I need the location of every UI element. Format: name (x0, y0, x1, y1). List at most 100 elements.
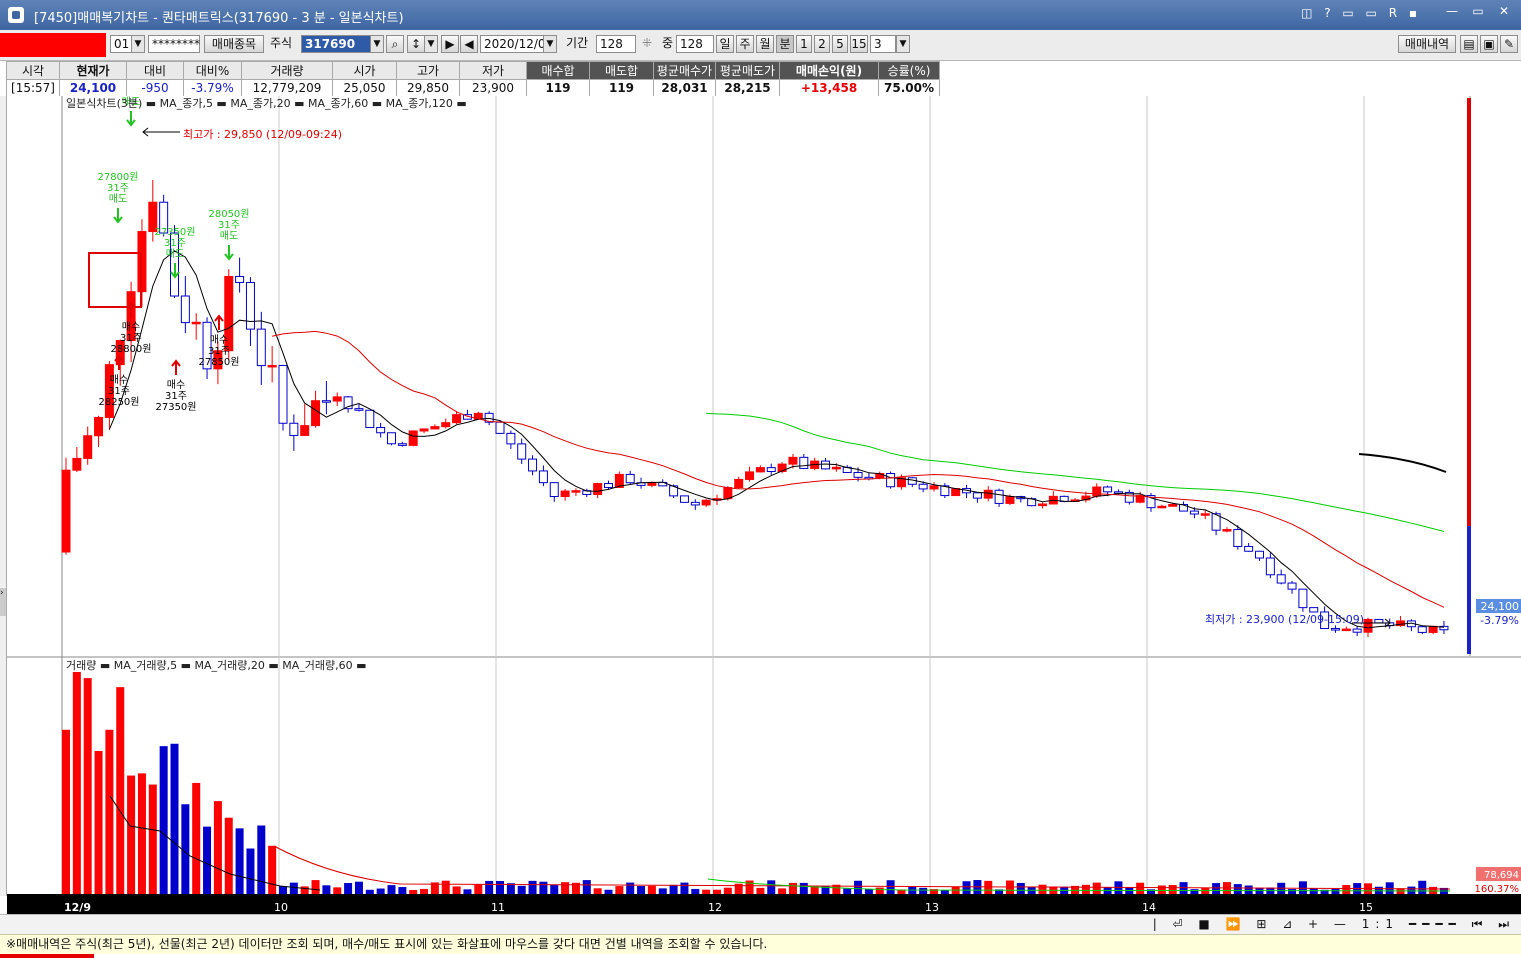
volume-bar (1288, 889, 1297, 894)
minimize-icon[interactable]: — (1441, 3, 1463, 19)
print-icon[interactable]: ▤ (1460, 35, 1478, 53)
maximize-icon[interactable]: ▭ (1467, 3, 1489, 19)
candle-body (723, 487, 733, 500)
candle-body (289, 422, 299, 436)
volume-bar (680, 882, 689, 894)
candle-body (1092, 486, 1102, 497)
volume-bar (300, 886, 309, 894)
candle-body (1276, 574, 1286, 584)
quote-value-row: [15:57] 24,100 -950 -3.79% 12,779,209 25… (6, 79, 940, 97)
candle-body (918, 483, 928, 490)
chart-scroll-controls[interactable]: | ⏎ ■ ⏩ ⊞ ⊿ + — 1:1 ━━━━ ⏮ ⏭ (1153, 917, 1515, 932)
volume-bar (1168, 885, 1177, 894)
sell-signal-label: 매도 (109, 193, 127, 205)
date-input[interactable]: 2020/12/09 (480, 35, 553, 53)
candle-body (387, 432, 396, 445)
candle-body (1287, 582, 1297, 590)
stock-code-input[interactable]: 317690 (301, 35, 371, 53)
volume-bar (387, 885, 396, 894)
count-label: 중 (662, 36, 674, 50)
volume-bar (72, 672, 81, 894)
title-toolbar-icons[interactable]: ◫ ? ▭ ▭ R ▪ (1301, 6, 1421, 20)
time-axis-label: 10 (274, 901, 288, 914)
header-change-pct: 대비% (183, 61, 242, 80)
wrench-icon[interactable]: ✎ (1500, 35, 1518, 53)
period-button-day[interactable]: 일 (716, 35, 734, 53)
volume-bar (496, 881, 504, 894)
candle-body (408, 430, 418, 446)
volume-bar (224, 817, 233, 894)
volume-bar (441, 880, 450, 894)
period-button-minute[interactable]: 분 (776, 35, 794, 53)
volume-bar (615, 886, 624, 894)
volume-bar (1429, 886, 1438, 894)
password-field[interactable]: ******** (148, 35, 200, 53)
candle-body (321, 400, 331, 403)
search-icon[interactable]: ⌕ (386, 35, 404, 53)
price-chart-legend: 일본식차트(3분) ▬ MA_종가,5 ▬ MA_종가,20 ▬ MA_종가,6… (66, 96, 467, 110)
volume-bar (593, 888, 602, 894)
buy-signal-label: 27850원 (198, 356, 239, 368)
value-open: 25,050 (332, 79, 397, 97)
save-icon[interactable]: ▣ (1480, 35, 1498, 53)
period-button-month[interactable]: 월 (756, 35, 774, 53)
stock-select-button[interactable]: 매매종목 (204, 35, 264, 53)
account-number-select[interactable]: 01 (110, 35, 132, 53)
interval-button-15[interactable]: 15 (850, 35, 868, 53)
volume-bar (799, 882, 808, 894)
value-avg-sell: 28,215 (715, 79, 780, 97)
price-volume-chart[interactable]: 매수31주28250원매수31주28800원매수31주27350원매수31주27… (0, 96, 1521, 914)
volume-bar (235, 828, 244, 894)
sort-icon[interactable]: ↕ (407, 35, 425, 53)
close-icon[interactable]: ✕ (1493, 3, 1515, 19)
candle-body (376, 426, 386, 434)
volume-bar (767, 880, 776, 894)
candle-body (604, 483, 613, 488)
chart-scroll-bar[interactable]: | ⏎ ■ ⏩ ⊞ ⊿ + — 1:1 ━━━━ ⏮ ⏭ (0, 914, 1521, 935)
time-axis-label: 12/9 (64, 901, 91, 914)
interval-input[interactable]: 3 (870, 35, 896, 53)
candle-body (1244, 545, 1254, 552)
chevron-down-icon[interactable]: ▼ (896, 35, 910, 53)
candle-body (1298, 588, 1308, 609)
volume-bar (1342, 885, 1351, 894)
volume-bar (376, 888, 385, 894)
volume-bar (864, 889, 873, 894)
interval-button-5[interactable]: 5 (832, 35, 848, 53)
title-bar: [7450]매매복기차트 - 퀀타매트릭스(317690 - 3 분 - 일본식… (0, 0, 1521, 30)
chevron-down-icon[interactable]: ▼ (131, 35, 145, 53)
volume-bar (137, 773, 146, 894)
chevron-down-icon[interactable]: ▼ (370, 35, 384, 53)
trade-history-button[interactable]: 매매내역 (1398, 35, 1456, 53)
volume-bar (148, 784, 157, 894)
volume-bar (756, 887, 765, 894)
period-button-week[interactable]: 주 (736, 35, 754, 53)
volume-bar (420, 888, 429, 894)
volume-bar (257, 825, 266, 894)
header-open: 시가 (332, 61, 397, 80)
prev-icon[interactable]: ◀ (460, 35, 478, 53)
candle-body (734, 478, 744, 489)
current-price-label: 24,100 (1481, 600, 1520, 613)
volume-chart-legend: 거래량 ▬ MA_거래량,5 ▬ MA_거래량,20 ▬ MA_거래량,60 ▬ (66, 659, 367, 672)
interval-button-2[interactable]: 2 (814, 35, 830, 53)
volume-bar (333, 887, 342, 894)
volume-bar (398, 887, 407, 894)
candle-body (1363, 618, 1373, 633)
toolbar: 01 ▼ ******** 매매종목 주식 317690 ▼ ⌕ ↕ ▼ ▶ ◀… (0, 30, 1521, 61)
header-low: 저가 (459, 61, 527, 80)
grid-icon[interactable]: ⁜ (640, 35, 654, 53)
candle-body (571, 490, 581, 493)
period-input[interactable]: 128 (596, 35, 636, 53)
candle-body (1005, 496, 1015, 504)
volume-bar (1418, 880, 1427, 894)
count-input[interactable]: 128 (676, 35, 714, 53)
interval-button-1[interactable]: 1 (796, 35, 812, 53)
chevron-down-icon[interactable]: ▼ (424, 35, 438, 53)
buy-signal-label: 27350원 (155, 401, 196, 413)
volume-bar (485, 880, 494, 894)
volume-bar (268, 845, 277, 894)
play-icon[interactable]: ▶ (441, 35, 459, 53)
chevron-down-icon[interactable]: ▼ (543, 35, 557, 53)
current-volume-label: 78,694 (1484, 870, 1519, 881)
